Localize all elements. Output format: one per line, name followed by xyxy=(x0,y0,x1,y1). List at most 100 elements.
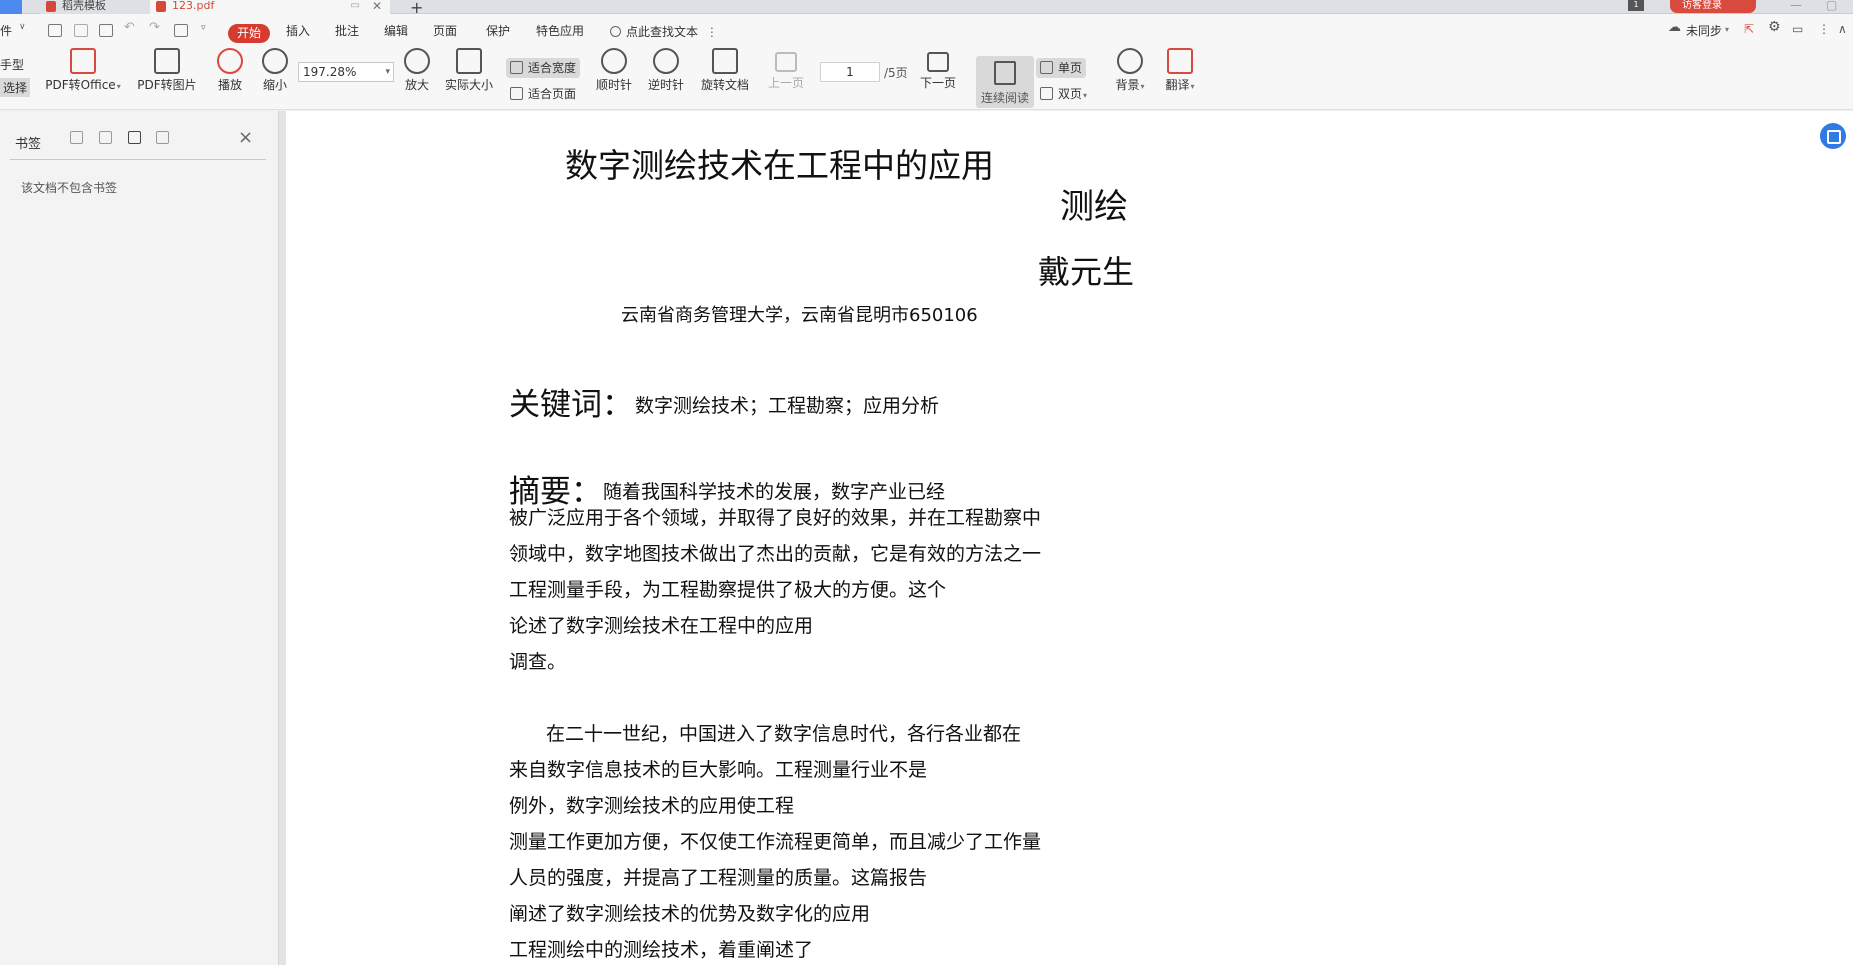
actual-size-label: 实际大小 xyxy=(444,78,493,92)
tab-pdf-document[interactable]: 123.pdf ▭ ✕ xyxy=(150,0,390,14)
panel-resize-handle[interactable] xyxy=(278,111,286,965)
keywords-label: 关键词： xyxy=(509,387,633,423)
add-bookmark-icon[interactable] xyxy=(127,131,141,144)
zoom-dropdown-icon[interactable]: ▾ xyxy=(385,63,390,81)
zoom-out-label: 缩小 xyxy=(262,78,287,92)
minimize-icon[interactable]: — xyxy=(1790,0,1802,12)
tab-page[interactable]: 页面 xyxy=(433,22,457,39)
export-icon[interactable] xyxy=(174,24,188,37)
save-icon[interactable] xyxy=(74,24,88,37)
continuous-reading-icon xyxy=(994,61,1016,85)
pdf-file-icon xyxy=(156,1,166,12)
select-tool-button[interactable]: 选择 xyxy=(0,78,31,97)
redo-icon[interactable]: ↷ xyxy=(149,20,160,35)
previous-page-label: 上一页 xyxy=(767,76,804,90)
bookmark-options-icon[interactable] xyxy=(156,131,170,144)
continuous-reading-button[interactable]: 连续阅读 xyxy=(976,56,1034,108)
body-line: 工程测绘中的测绘技术，着重阐述了 xyxy=(509,939,814,961)
tab-start[interactable]: 开始 xyxy=(228,24,270,43)
background-button[interactable]: 背景▾ xyxy=(1110,48,1150,93)
document-view[interactable]: 数字测绘技术在工程中的应用 测绘 戴元生 云南省商务管理大学，云南省昆明市650… xyxy=(286,111,1853,965)
close-panel-icon[interactable]: × xyxy=(238,127,253,148)
search-label: 点此查找文本 xyxy=(626,25,699,39)
zoom-level-input[interactable]: 197.28% ▾ xyxy=(298,62,394,82)
play-label: 播放 xyxy=(217,78,242,92)
doc-affiliation: 云南省商务管理大学，云南省昆明市650106 xyxy=(621,305,978,326)
window-count-icon[interactable]: 1 xyxy=(1628,0,1644,11)
doc-author: 戴元生 xyxy=(1038,253,1135,291)
pin-icon[interactable]: ▭ xyxy=(351,0,360,12)
rotate-document-button[interactable]: 旋转文档 xyxy=(698,48,752,93)
find-text-search[interactable]: 点此查找文本 ⋮ xyxy=(610,23,718,40)
previous-page-button[interactable]: 上一页 xyxy=(766,48,806,91)
chevron-down-icon: ▾ xyxy=(1140,82,1145,91)
undo-icon[interactable]: ↶ xyxy=(124,20,135,35)
pdf-to-office-button[interactable]: PDF转Office▾ xyxy=(44,48,122,93)
cloud-sync-icon: ☁ xyxy=(1668,20,1681,35)
tab-special-apps[interactable]: 特色应用 xyxy=(536,22,584,39)
file-menu[interactable]: 件 xyxy=(0,22,12,39)
rotate-counterclockwise-button[interactable]: 逆时针 xyxy=(646,48,686,93)
next-page-button[interactable]: 下一页 xyxy=(918,48,958,91)
floating-tool-icon[interactable] xyxy=(1820,123,1846,149)
chevron-down-icon: ▾ xyxy=(1190,82,1195,91)
collapse-bookmarks-icon[interactable] xyxy=(98,131,112,144)
chevron-down-icon[interactable]: ∨ xyxy=(19,22,26,32)
translate-button[interactable]: 翻译▾ xyxy=(1160,48,1200,93)
more-vertical-icon[interactable]: ⋮ xyxy=(706,25,718,39)
bookmark-panel-title: 书签 xyxy=(15,137,42,152)
fit-width-icon xyxy=(510,61,523,74)
gear-icon[interactable]: ⚙ xyxy=(1768,19,1781,35)
zoom-in-button[interactable]: 放大 xyxy=(402,48,432,93)
menu-bar: 件 ∨ ↶ ↷ ▿ 开始 插入 批注 编辑 页面 保护 特色应用 点此查找文本 … xyxy=(0,14,1853,44)
double-page-label: 双页 xyxy=(1058,87,1083,101)
single-page-button[interactable]: 单页 xyxy=(1036,58,1087,78)
actual-size-button[interactable]: 实际大小 xyxy=(444,48,494,93)
pdf-to-office-label: PDF转Office xyxy=(45,78,116,92)
restore-icon[interactable]: ▢ xyxy=(1826,0,1837,12)
message-icon[interactable]: ▭ xyxy=(1792,22,1803,36)
tab-protect[interactable]: 保护 xyxy=(486,22,510,39)
single-page-label: 单页 xyxy=(1058,61,1083,75)
page-number-input[interactable]: 1 xyxy=(820,62,880,82)
tab-annotate[interactable]: 批注 xyxy=(335,22,359,39)
zoom-out-button[interactable]: 缩小 xyxy=(260,48,290,93)
rotate-counterclockwise-label: 逆时针 xyxy=(647,78,684,92)
body-line: 来自数字信息技术的巨大影响。工程测量行业不是 xyxy=(509,759,928,781)
tab-insert[interactable]: 插入 xyxy=(286,22,310,39)
fit-page-button[interactable]: 适合页面 xyxy=(506,84,580,104)
rotate-document-icon xyxy=(712,48,738,74)
double-page-button[interactable]: 双页▾ xyxy=(1036,84,1091,104)
tab-docer-templates[interactable]: 稻壳模板 xyxy=(40,0,150,14)
print-icon[interactable] xyxy=(99,24,113,37)
arrow-right-icon xyxy=(927,52,949,72)
doc-subtitle: 测绘 xyxy=(1060,187,1128,227)
open-folder-icon[interactable] xyxy=(48,24,62,37)
rotate-clockwise-button[interactable]: 顺时针 xyxy=(594,48,634,93)
actual-size-icon xyxy=(456,48,482,74)
more-menu-icon[interactable]: ⋮ xyxy=(1818,22,1830,36)
abstract-line: 工程测量手段，为工程勘察提供了极大的方便。这个 xyxy=(509,579,947,601)
single-page-icon xyxy=(1040,61,1053,74)
abstract-first-line: 随着我国科学技术的发展，数字产业已经 xyxy=(603,481,946,503)
guest-login-button[interactable]: 访客登录 xyxy=(1670,0,1756,13)
share-icon[interactable]: ⇱ xyxy=(1744,22,1754,36)
collapse-ribbon-icon[interactable]: ∧ xyxy=(1838,22,1847,36)
tab-edit[interactable]: 编辑 xyxy=(384,22,408,39)
hand-tool-button[interactable]: 手型 xyxy=(0,56,24,73)
app-menu-corner[interactable] xyxy=(0,0,22,14)
pdf-to-image-label: PDF转图片 xyxy=(137,78,197,92)
play-button[interactable]: 播放 xyxy=(214,48,246,93)
pdf-to-image-button[interactable]: PDF转图片 xyxy=(136,48,198,93)
body-line: 人员的强度，并提高了工程测量的质量。这篇报告 xyxy=(509,867,928,889)
sync-dropdown-icon[interactable]: ▾ xyxy=(1725,25,1729,34)
quick-access-dropdown-icon[interactable]: ▿ xyxy=(201,23,206,33)
keywords-text: 数字测绘技术；工程勘察；应用分析 xyxy=(635,395,940,417)
close-tab-icon[interactable]: ✕ xyxy=(372,0,382,12)
fit-width-button[interactable]: 适合宽度 xyxy=(506,58,581,78)
image-icon xyxy=(154,48,180,74)
zoom-out-icon xyxy=(262,48,288,74)
rotate-counterclockwise-icon xyxy=(653,48,679,74)
expand-bookmarks-icon[interactable] xyxy=(70,131,83,144)
sync-status[interactable]: 未同步 xyxy=(1686,22,1722,39)
